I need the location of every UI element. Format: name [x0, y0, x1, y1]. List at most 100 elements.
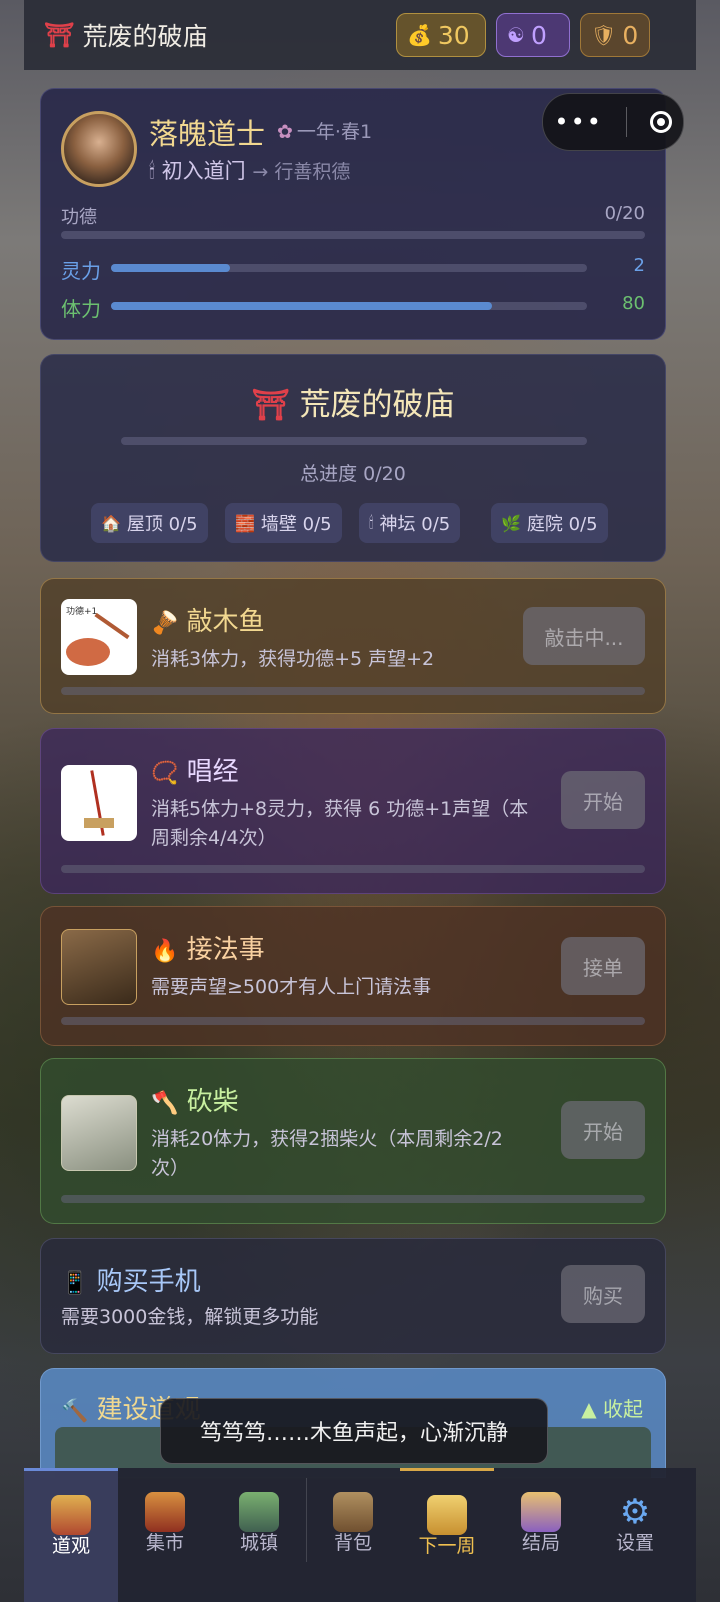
nav-town-label: 城镇	[239, 1532, 278, 1554]
chant-start-button[interactable]: 开始	[561, 771, 645, 829]
total-progress: 总进度 0/20	[300, 463, 406, 485]
spirit-label: 灵力	[61, 259, 101, 283]
brick-icon: 🧱	[235, 513, 255, 533]
next-rank-arrow: → 行善积德	[252, 161, 351, 183]
shield-value: 0	[622, 20, 639, 50]
market-icon	[145, 1492, 185, 1532]
part-courtyard: 🌿 庭院 0/5	[491, 503, 608, 543]
nav-market[interactable]: 集市	[118, 1468, 212, 1602]
nav-next-week-label: 下一周	[418, 1535, 476, 1557]
muyu-button[interactable]: 敲击中...	[523, 607, 645, 665]
part-altar: 🕯 神坛 0/5	[359, 503, 461, 543]
phone-desc: 需要3000金钱，解锁更多功能	[61, 1306, 319, 1328]
rite-image	[61, 929, 137, 1005]
spirit-value: 2	[633, 255, 645, 276]
nav-temple-label: 道观	[51, 1535, 90, 1557]
prayer-beads-icon: 📿	[151, 761, 179, 786]
bottom-nav: 道观 集市 城镇 背包 下一周 结局 ⚙ 设置	[24, 1468, 696, 1602]
yinyang-counter[interactable]: ☯ 0	[496, 13, 570, 57]
shield-icon: 🛡	[591, 23, 617, 47]
stamina-value: 80	[622, 293, 645, 314]
activity-chant: 📿 唱经 消耗5体力+8灵力，获得 6 功德+1声望（本周剩余4/4次） 开始	[40, 728, 666, 894]
muyu-title: 🪘 敲木鱼	[151, 607, 265, 637]
nav-market-label: 集市	[145, 1532, 184, 1554]
close-target-icon[interactable]	[649, 111, 672, 133]
nav-ending-label: 结局	[521, 1532, 560, 1554]
wood-desc: 消耗20体力，获得2捆柴火（本周剩余2/2次）	[151, 1128, 503, 1179]
more-icon[interactable]: •••	[554, 108, 602, 136]
merit-label: 功德	[61, 207, 97, 228]
spirit-bar-fill	[111, 264, 230, 272]
buy-phone-card: 📱 购买手机 需要3000金钱，解锁更多功能 购买	[40, 1238, 666, 1354]
scroll-icon	[521, 1492, 561, 1532]
erhu-base-shape	[84, 818, 114, 828]
candle-icon: 🕯	[369, 513, 374, 532]
rite-accept-button[interactable]: 接单	[561, 937, 645, 995]
rank-line: 🕯 初入道门 → 行善积德	[149, 155, 350, 185]
part-roof: 🏠 屋顶 0/5	[91, 503, 208, 543]
rite-title: 🔥 接法事	[151, 935, 265, 965]
activity-wood: 🪓 砍柴 消耗20体力，获得2捆柴火（本周剩余2/2次） 开始	[40, 1058, 666, 1224]
temple-progress-bar	[121, 437, 587, 445]
nav-town[interactable]: 城镇	[212, 1468, 306, 1602]
nav-backpack-label: 背包	[333, 1532, 372, 1554]
nav-settings-label: 设置	[615, 1532, 654, 1554]
nav-settings[interactable]: ⚙ 设置	[588, 1468, 682, 1602]
gold-value: 30	[437, 20, 470, 50]
house-icon: 🏠	[101, 513, 121, 533]
stamina-label: 体力	[61, 297, 101, 321]
money-bag-icon: 💰	[407, 23, 432, 47]
fire-icon: 🔥	[151, 939, 179, 964]
stamina-bar-fill	[111, 302, 492, 310]
stamina-bar	[111, 302, 587, 310]
wood-title: 🪓 砍柴	[151, 1087, 239, 1117]
chant-progress-bar	[61, 865, 645, 873]
nav-next-week[interactable]: 下一周	[400, 1468, 494, 1602]
temple-icon	[51, 1495, 91, 1535]
player-name: 落魄道士	[149, 117, 266, 151]
drum-icon: 🪘	[151, 611, 179, 636]
candle-icon: 🕯	[149, 159, 155, 183]
yinyang-icon: ☯	[507, 23, 525, 47]
yinyang-value: 0	[530, 20, 547, 50]
gear-icon: ⚙	[619, 1492, 651, 1532]
herb-icon: 🌿	[501, 513, 521, 533]
shield-counter[interactable]: 🛡 0	[580, 13, 650, 57]
phone-icon: 📱	[61, 1271, 89, 1296]
collapse-button[interactable]: ▲ 收起	[581, 1393, 643, 1422]
axe-icon: 🪓	[151, 1091, 179, 1116]
flower-icon: ✿	[277, 121, 293, 143]
nav-backpack[interactable]: 背包	[306, 1468, 400, 1602]
season-label: ✿ 一年·春1	[277, 121, 373, 143]
wooden-fish-shape	[66, 638, 110, 666]
activity-muyu: 功德+1 🪘 敲木鱼 消耗3体力，获得功德+5 声望+2 敲击中...	[40, 578, 666, 714]
temple-progress-card: ⛩ 荒废的破庙 总进度 0/20 🏠 屋顶 0/5 🧱 墙壁 0/5 🕯 神坛 0/5 …	[40, 354, 666, 562]
chant-title: 📿 唱经	[151, 757, 239, 787]
wood-image	[61, 1095, 137, 1171]
location-title: 荒废的破庙	[82, 22, 208, 51]
backpack-icon	[333, 1492, 373, 1532]
nav-temple[interactable]: 道观	[24, 1468, 118, 1602]
torii-icon: ⛩	[44, 21, 75, 49]
mallet-shape	[94, 612, 130, 640]
spirit-bar	[111, 264, 587, 272]
wood-start-button[interactable]: 开始	[561, 1101, 645, 1159]
buy-phone-button[interactable]: 购买	[561, 1265, 645, 1323]
calendar-icon	[427, 1495, 467, 1535]
avatar[interactable]	[61, 111, 137, 187]
part-walls: 🧱 墙壁 0/5	[225, 503, 342, 543]
current-rank: 初入道门	[161, 159, 246, 183]
nav-ending[interactable]: 结局	[494, 1468, 588, 1602]
toast-message: 笃笃笃……木鱼声起，心渐沉静	[160, 1398, 548, 1464]
next-rank: 行善积德	[274, 161, 351, 183]
hammer-icon: 🔨	[61, 1399, 89, 1424]
merit-bar	[61, 231, 645, 239]
rite-desc: 需要声望≥500才有人上门请法事	[151, 976, 432, 998]
phone-title: 📱 购买手机	[61, 1267, 201, 1297]
muyu-image-label: 功德+1	[66, 607, 98, 617]
torii-icon: ⛩	[251, 388, 290, 423]
merit-value: 0/20	[604, 203, 645, 224]
gold-counter[interactable]: 💰 30	[396, 13, 486, 57]
rite-progress-bar	[61, 1017, 645, 1025]
activity-rite: 🔥 接法事 需要声望≥500才有人上门请法事 接单	[40, 906, 666, 1046]
